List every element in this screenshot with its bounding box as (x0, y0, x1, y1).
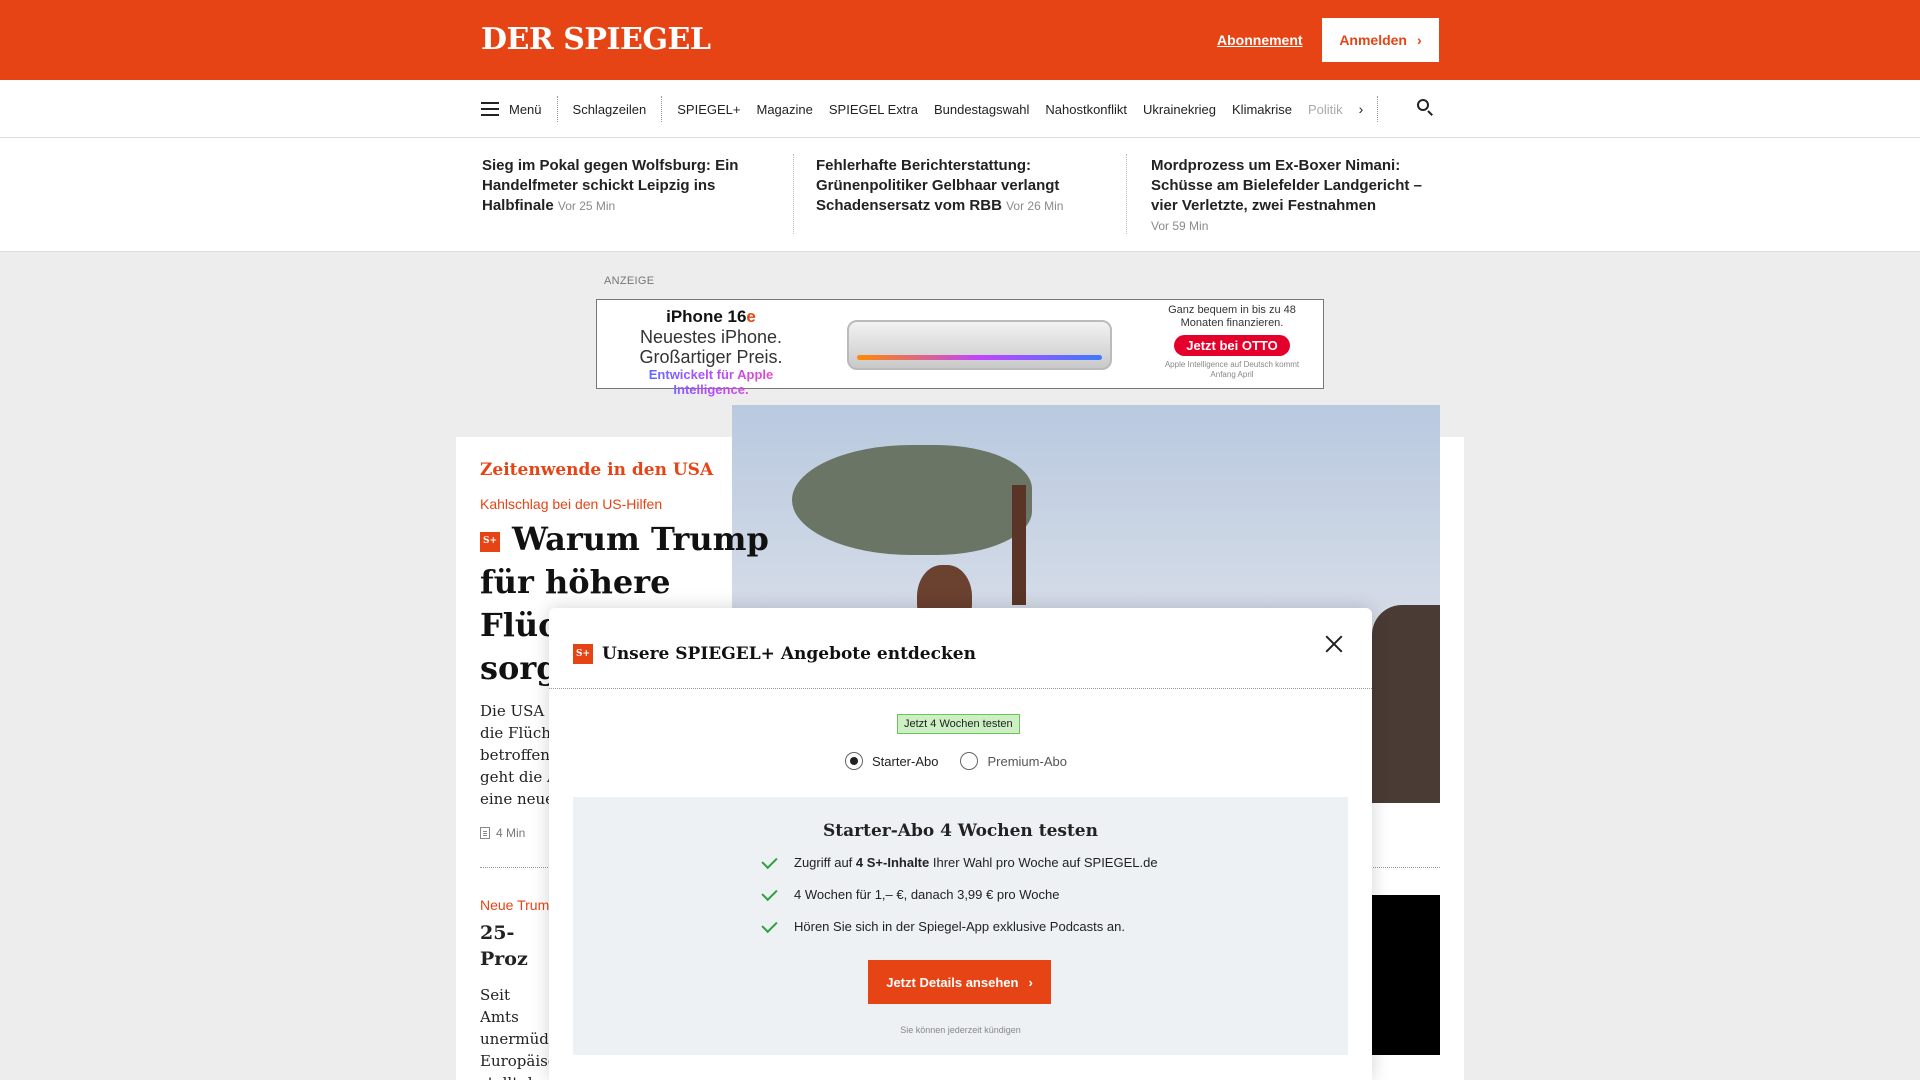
ticker-separator (1126, 154, 1127, 234)
ticker-item[interactable]: Mordprozess um Ex-Boxer Nimani: Schüsse … (1151, 156, 1441, 236)
starter-abo-radio[interactable] (845, 752, 863, 770)
ticker-separator (793, 154, 794, 234)
article2-kicker[interactable]: Neue Trum (480, 897, 550, 913)
check-icon (761, 852, 778, 869)
article2-teaser: Seit Amts unermüdl Europäisc stellt der … (480, 986, 550, 1080)
feature-text: 4 Wochen für 1,– €, danach 3,99 € pro Wo… (794, 887, 1060, 902)
nav-separator (556, 96, 558, 122)
modal-header: S+ Unsere SPIEGEL+ Angebote entdecken (573, 644, 976, 664)
feature-item: Zugriff auf 4 S+-Inhalte Ihrer Wahl pro … (761, 852, 1158, 870)
ticker-time: Vor 25 Min (557, 199, 616, 213)
chevron-right-icon: › (1028, 974, 1033, 990)
trial-badge: Jetzt 4 Wochen testen (897, 714, 1020, 734)
nav-item-bundestagswahl[interactable]: Bundestagswahl (934, 102, 1029, 117)
feature1-pre: Zugriff auf (794, 855, 856, 870)
spiegel-logo[interactable]: DER SPIEGEL (481, 22, 711, 57)
ad-tagline: Entwickelt für Apple Intelligence. (611, 367, 811, 397)
nav-item-schlagzeilen[interactable]: Schlagzeilen (573, 102, 647, 117)
nav-item-magazine[interactable]: Magazine (756, 102, 812, 117)
plan-selector: Starter-Abo Premium-Abo (845, 752, 1089, 770)
article2-title[interactable]: 25-Proz sollen » (480, 920, 555, 972)
nav-separator (661, 96, 663, 122)
spiegel-plus-icon: S+ (480, 531, 500, 552)
video-thumbnail[interactable] (1370, 895, 1440, 1055)
ad-banner[interactable]: iPhone 16e Neuestes iPhone. Großartiger … (596, 299, 1324, 397)
search-icon[interactable] (1417, 99, 1433, 116)
ticker-time: Vor 59 Min (1151, 219, 1209, 233)
article-read-time: 4 Min (480, 826, 525, 840)
hamburger-icon[interactable] (481, 102, 499, 116)
ad-otto-button[interactable]: Jetzt bei OTTO (1174, 335, 1290, 356)
ad-line1: Neuestes iPhone. (639, 327, 783, 347)
login-button-label: Anmelden (1339, 32, 1407, 48)
details-button-label: Jetzt Details ansehen (886, 974, 1019, 990)
modal-divider (549, 688, 1372, 689)
spiegel-plus-icon: S+ (573, 644, 593, 664)
offer-title: Starter-Abo 4 Wochen testen (823, 821, 1098, 841)
nav-item-spiegel-extra[interactable]: SPIEGEL Extra (829, 102, 918, 117)
ad-note: Apple Intelligence auf Deutsch kommt Anf… (1164, 360, 1300, 379)
feature-text: Zugriff auf 4 S+-Inhalte Ihrer Wahl pro … (794, 855, 1158, 870)
nav-item-nahostkonflikt[interactable]: Nahostkonflikt (1045, 102, 1127, 117)
ad-line2: Großartiger Preis. (639, 347, 783, 367)
close-icon[interactable] (1325, 635, 1343, 653)
nav-separator (1377, 96, 1379, 122)
nav-item-klimakrise[interactable]: Klimakrise (1232, 102, 1292, 117)
ticker-item[interactable]: Fehlerhafte Berichterstattung: Grünenpol… (816, 156, 1106, 216)
starter-abo-label[interactable]: Starter-Abo (872, 754, 938, 769)
feature-item: 4 Wochen für 1,– €, danach 3,99 € pro Wo… (761, 884, 1060, 902)
ad-label: ANZEIGE (604, 275, 655, 287)
details-button[interactable]: Jetzt Details ansehen › (868, 960, 1051, 1004)
read-time-label: 4 Min (496, 826, 526, 840)
subscription-link[interactable]: Abonnement (1217, 32, 1303, 48)
feature1-post: Ihrer Wahl pro Woche auf SPIEGEL.de (929, 855, 1158, 870)
nav-item-spiegel-plus[interactable]: SPIEGEL+ (677, 102, 740, 117)
menu-button[interactable]: Menü (509, 102, 542, 117)
spiegel-plus-offer-modal: S+ Unsere SPIEGEL+ Angebote entdecken Je… (549, 608, 1372, 1080)
premium-abo-label[interactable]: Premium-Abo (987, 754, 1066, 769)
check-icon (761, 916, 778, 933)
ticker-title: Mordprozess um Ex-Boxer Nimani: Schüsse … (1151, 157, 1422, 214)
feature1-bold: 4 S+-Inhalte (855, 855, 930, 870)
site-header: DER SPIEGEL Abonnement Anmelden › (0, 0, 1920, 80)
ad-finance-text: Ganz bequem in bis zu 48 Monaten finanzi… (1168, 304, 1296, 329)
ad-model-prefix: iPhone 16 (666, 307, 747, 326)
iphone-image (847, 320, 1112, 370)
feature-item: Hören Sie sich in der Spiegel-App exklus… (761, 916, 1125, 934)
login-button[interactable]: Anmelden › (1322, 18, 1439, 62)
cancel-note: Sie können jederzeit kündigen (900, 1025, 1021, 1035)
premium-abo-radio[interactable] (960, 752, 979, 770)
offer-box: Starter-Abo 4 Wochen testen Zugriff auf … (573, 797, 1348, 1055)
feature-text: Hören Sie sich in der Spiegel-App exklus… (794, 919, 1125, 934)
check-icon (761, 884, 778, 901)
ad-model-name: iPhone 16e (611, 307, 811, 327)
article-kicker[interactable]: Zeitenwende in den USA (480, 460, 713, 480)
article-sub-kicker[interactable]: Kahlschlag bei den US-Hilfen (480, 496, 662, 512)
modal-title: Unsere SPIEGEL+ Angebote entdecken (602, 644, 976, 664)
main-nav: Menü Schlagzeilen SPIEGEL+ Magazine SPIE… (0, 80, 1920, 138)
headline-ticker: Sieg im Pokal gegen Wolfsburg: Ein Hande… (0, 138, 1920, 252)
nav-item-ukrainekrieg[interactable]: Ukrainekrieg (1143, 102, 1216, 117)
nav-item-politik[interactable]: Politik (1308, 102, 1343, 117)
chevron-right-icon: › (1417, 32, 1422, 48)
ad-model-suffix: e (746, 307, 756, 326)
nav-scroll-right-icon[interactable]: › (1359, 101, 1364, 117)
document-icon (480, 827, 490, 839)
ticker-item[interactable]: Sieg im Pokal gegen Wolfsburg: Ein Hande… (482, 156, 772, 216)
ticker-time: Vor 26 Min (1006, 199, 1064, 213)
